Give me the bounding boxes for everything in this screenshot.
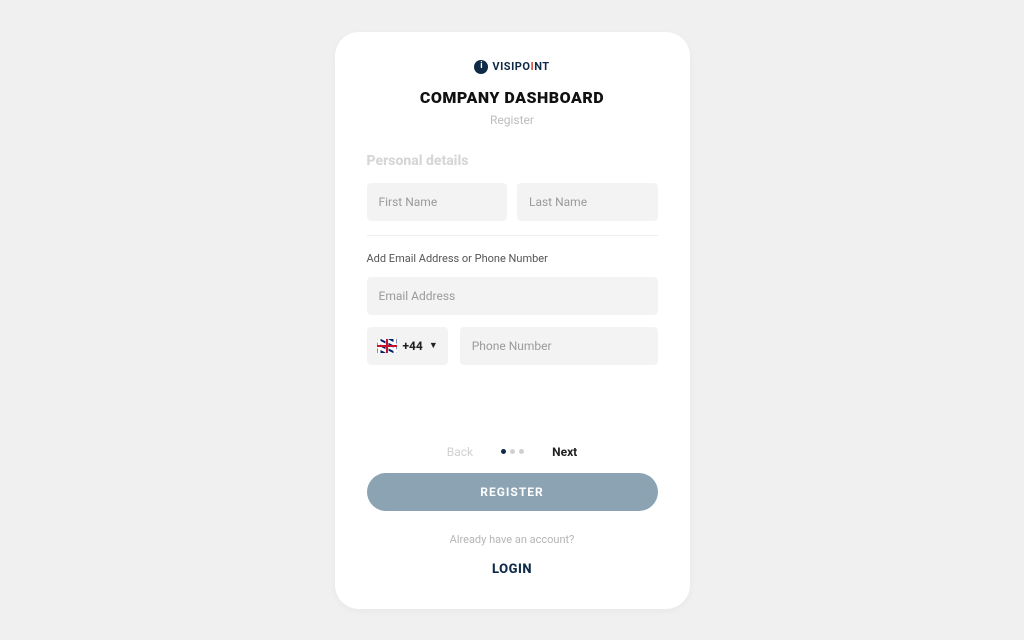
next-button[interactable]: Next	[552, 445, 577, 459]
country-code-select[interactable]: +44 ▼	[367, 327, 448, 365]
already-account-text: Already have an account?	[367, 533, 658, 546]
logo-icon: i	[474, 60, 488, 74]
step-dot-3	[519, 449, 524, 454]
register-button[interactable]: REGISTER	[367, 473, 658, 511]
logo-container: i VISIPOINT	[367, 60, 658, 74]
step-dots	[501, 449, 524, 454]
logo-suffix: NT	[534, 60, 549, 73]
section-heading: Personal details	[367, 153, 658, 169]
divider	[367, 235, 658, 236]
country-code-label: +44	[403, 339, 423, 353]
step-nav: Back Next	[367, 445, 658, 459]
step-dot-1	[501, 449, 506, 454]
contact-label: Add Email Address or Phone Number	[367, 252, 658, 265]
logo-text: VISIPOINT	[492, 60, 549, 73]
page-subtitle: Register	[367, 113, 658, 127]
last-name-input[interactable]	[517, 183, 658, 221]
phone-row: +44 ▼	[367, 327, 658, 365]
login-link[interactable]: LOGIN	[367, 562, 658, 577]
email-input[interactable]	[367, 277, 658, 315]
uk-flag-icon	[377, 339, 397, 353]
phone-input[interactable]	[460, 327, 658, 365]
chevron-down-icon: ▼	[429, 340, 438, 351]
first-name-input[interactable]	[367, 183, 508, 221]
back-button: Back	[447, 445, 473, 459]
logo-prefix: VISIPO	[492, 60, 530, 73]
register-card: i VISIPOINT COMPANY DASHBOARD Register P…	[335, 32, 690, 609]
brand-logo: i VISIPOINT	[474, 60, 549, 74]
step-dot-2	[510, 449, 515, 454]
page-title: COMPANY DASHBOARD	[367, 88, 658, 107]
name-row	[367, 183, 658, 221]
